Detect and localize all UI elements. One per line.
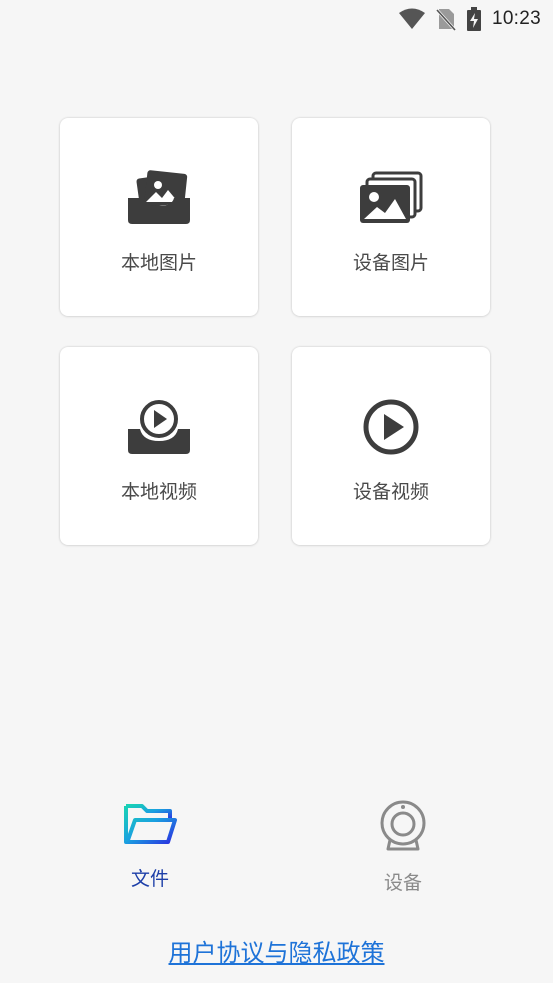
device-photos-icon bbox=[359, 170, 423, 226]
tab-files[interactable]: 文件 bbox=[90, 800, 210, 891]
local-video-icon bbox=[126, 399, 192, 455]
wifi-icon bbox=[398, 8, 426, 30]
camera-device-icon bbox=[378, 800, 428, 856]
privacy-policy-link[interactable]: 用户协议与隐私政策 bbox=[0, 933, 553, 968]
status-bar: 10:23 bbox=[0, 0, 553, 38]
local-photos-card[interactable]: 本地图片 bbox=[60, 118, 258, 316]
card-label: 本地图片 bbox=[120, 252, 197, 274]
status-icons: 10:23 bbox=[398, 6, 541, 32]
local-videos-card[interactable]: 本地视频 bbox=[60, 347, 258, 545]
card-label: 设备视频 bbox=[352, 481, 429, 503]
no-sim-icon bbox=[435, 7, 456, 31]
play-circle-icon bbox=[362, 399, 420, 455]
tab-device[interactable]: 设备 bbox=[343, 800, 463, 895]
local-photo-icon bbox=[126, 170, 192, 226]
tab-label: 文件 bbox=[130, 868, 169, 890]
device-videos-card[interactable]: 设备视频 bbox=[292, 347, 490, 545]
folder-icon bbox=[122, 800, 178, 852]
device-photos-card[interactable]: 设备图片 bbox=[292, 118, 490, 316]
tab-label: 设备 bbox=[383, 872, 422, 894]
card-label: 设备图片 bbox=[352, 252, 429, 274]
card-label: 本地视频 bbox=[120, 481, 197, 503]
clock: 10:23 bbox=[491, 8, 541, 29]
battery-charging-icon bbox=[466, 7, 482, 31]
